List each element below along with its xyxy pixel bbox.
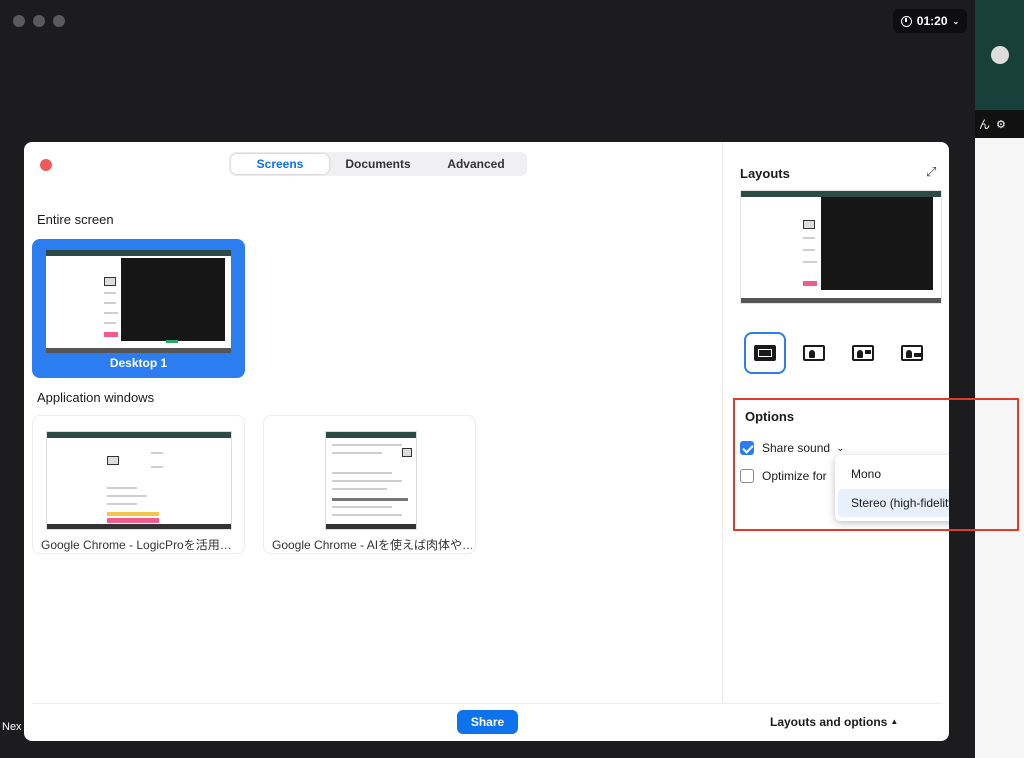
entire-screen-heading: Entire screen [37, 212, 114, 227]
participant-avatar [991, 46, 1009, 64]
presenter-top-icon [852, 345, 874, 361]
share-tabs: Screens Documents Advanced [229, 152, 527, 176]
window-zoom-dot[interactable] [53, 15, 65, 27]
screen-caption: Desktop 1 [109, 356, 168, 370]
app-window-caption: Google Chrome - LogicProを活用… [41, 538, 232, 552]
next-label: Nex [2, 721, 22, 733]
window-minimize-dot[interactable] [33, 15, 45, 27]
screen-only-icon [754, 345, 776, 361]
layouts-heading: Layouts [740, 166, 790, 181]
timer-text: 01:20 [916, 14, 948, 28]
layout-preview [740, 190, 942, 304]
tab-advanced[interactable]: Advanced [427, 154, 525, 174]
layout-presenter-top-button[interactable] [842, 332, 884, 374]
app-window-thumbnail [46, 431, 232, 530]
app-window-option-2[interactable]: Google Chrome - AIを使えば肉体や… [263, 415, 476, 554]
screen-option-desktop-1[interactable]: Desktop 1 [32, 239, 245, 378]
picture-in-picture-icon [803, 345, 825, 361]
tab-screens[interactable]: Screens [231, 154, 329, 174]
participant-video-tile [975, 0, 1024, 110]
footer-divider [32, 703, 941, 704]
window-close-dot[interactable] [13, 15, 25, 27]
app-window-thumbnail [325, 431, 417, 530]
caret-up-icon: ▲ [890, 717, 899, 726]
layout-side-by-side-button[interactable] [891, 332, 933, 374]
panel-divider [722, 142, 723, 702]
dialog-close-button[interactable] [40, 159, 52, 171]
expand-icon[interactable]: ⤢ [926, 165, 940, 179]
layouts-options-label: Layouts and options [770, 715, 888, 729]
side-by-side-icon [901, 345, 923, 361]
layout-screen-only-button[interactable] [744, 332, 786, 374]
tab-documents[interactable]: Documents [329, 154, 427, 174]
layout-picture-in-picture-button[interactable] [793, 332, 835, 374]
participant-name-bar: ん ⚙ [975, 110, 1024, 138]
participant-status-icon: ⚙ [996, 118, 1006, 131]
app-window-caption: Google Chrome - AIを使えば肉体や… [272, 538, 472, 552]
layouts-and-options-toggle[interactable]: Layouts and options ▲ [770, 715, 898, 729]
app-window-option-1[interactable]: Google Chrome - LogicProを活用… [32, 415, 245, 554]
share-button[interactable]: Share [457, 710, 518, 734]
meeting-timer[interactable]: 01:20 ⌄ [893, 9, 967, 33]
participant-name: ん [979, 119, 990, 131]
desktop-thumbnail [46, 250, 231, 353]
chevron-down-icon: ⌄ [952, 16, 960, 26]
application-windows-heading: Application windows [37, 390, 155, 405]
highlight-annotation [733, 398, 1019, 531]
clock-icon [900, 15, 912, 27]
